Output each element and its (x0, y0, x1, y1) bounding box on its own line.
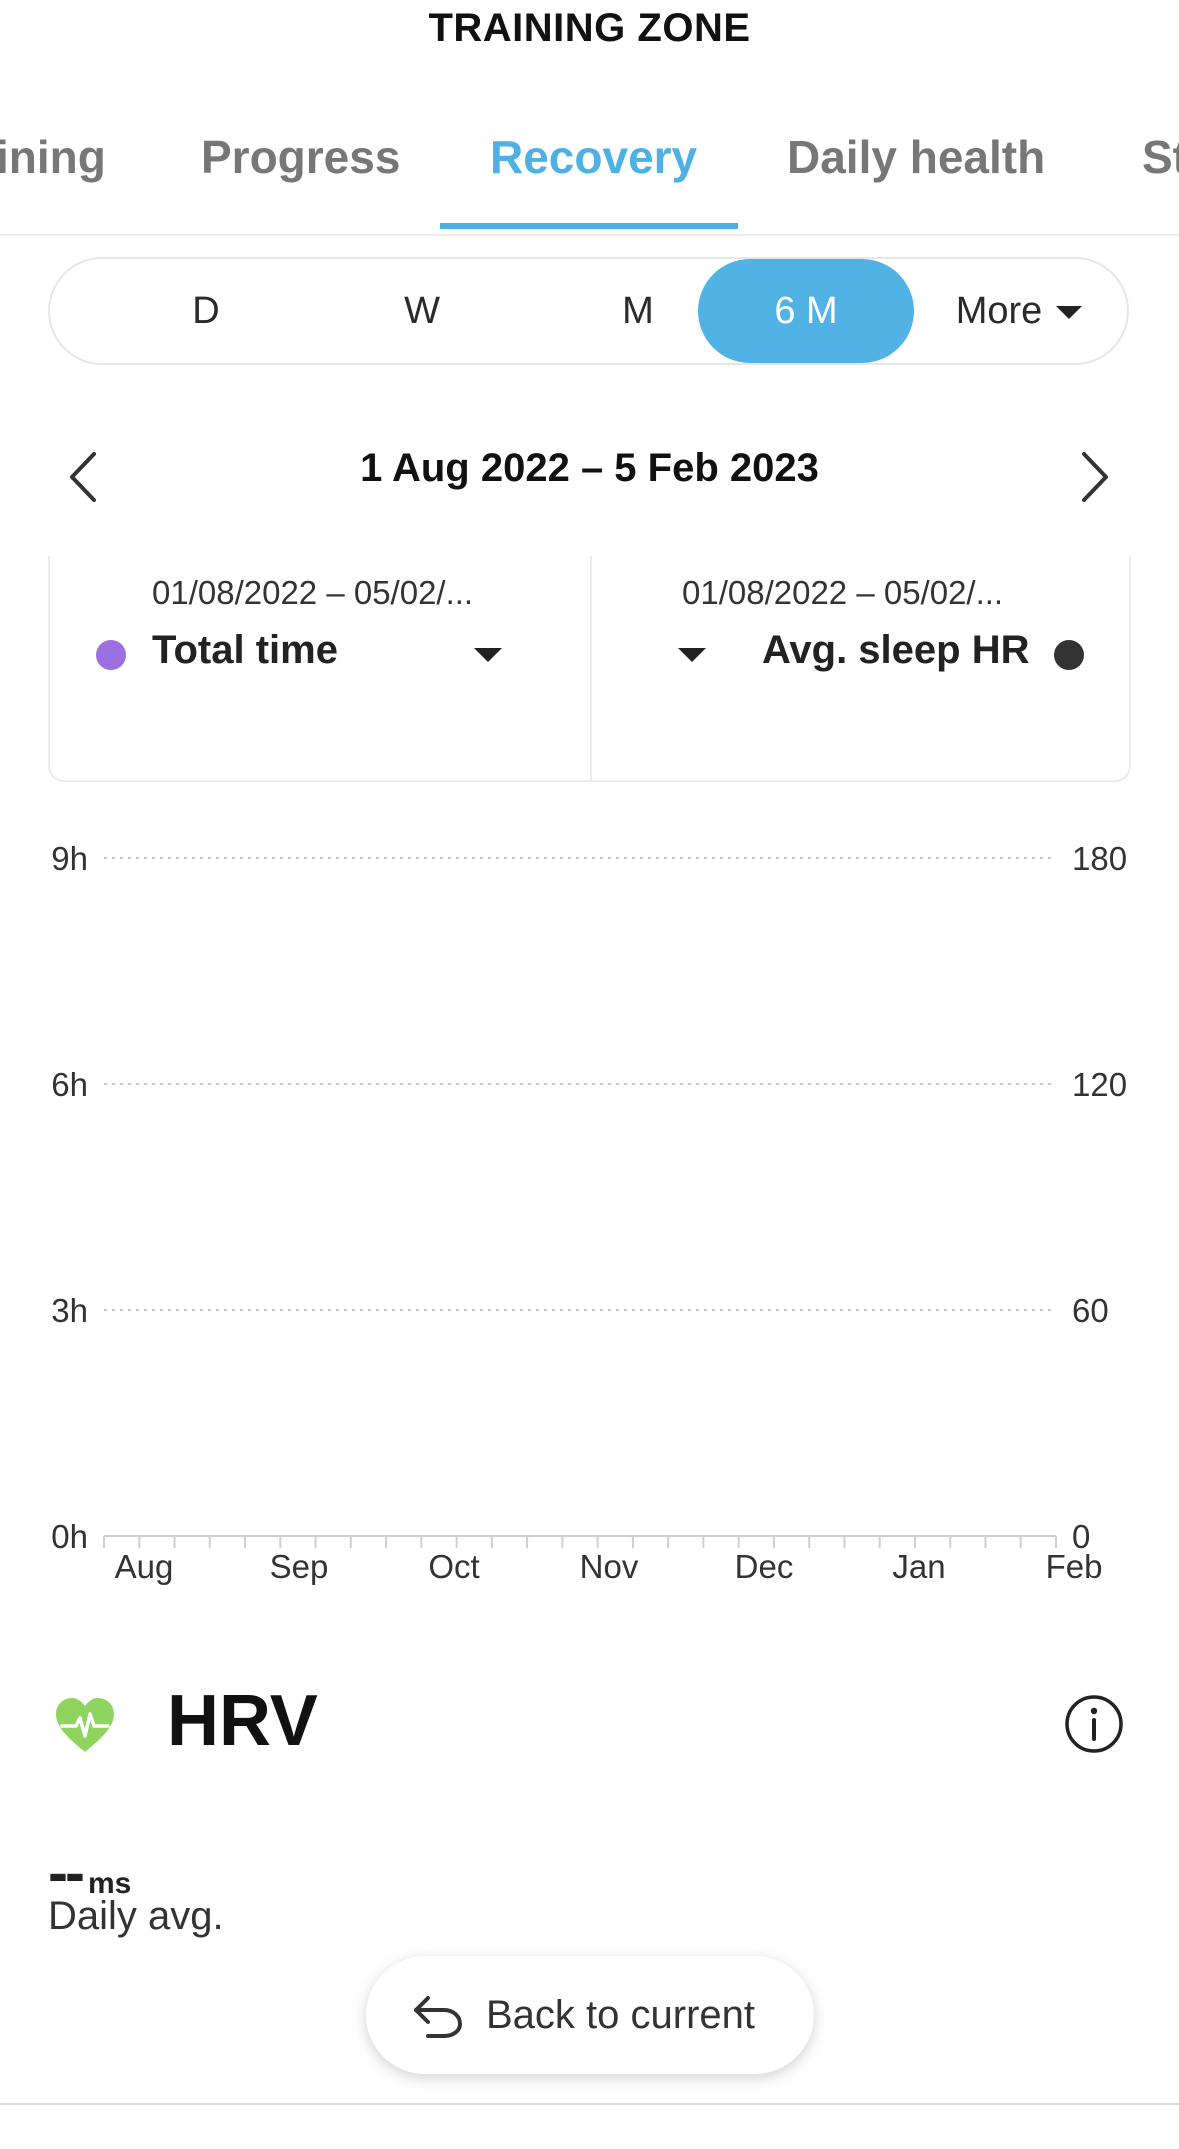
x-tick-label: Aug (115, 1548, 174, 1585)
more-label: More (955, 290, 1043, 332)
bottom-divider (0, 2103, 1179, 2105)
date-range-label: 1 Aug 2022 – 5 Feb 2023 (360, 446, 819, 490)
back-to-current-button[interactable]: Back to current (366, 1956, 814, 2074)
info-icon[interactable] (1064, 1694, 1124, 1754)
right-metric-name: Avg. sleep HR (762, 628, 1030, 672)
x-tick-label: Dec (735, 1548, 794, 1585)
chevron-down-icon[interactable] (474, 648, 502, 662)
period-6-month-button[interactable]: 6 M (698, 259, 914, 363)
tab-bar: ining Progress Recovery Daily health St (0, 130, 1179, 236)
chart-canvas: 0h 03h 606h 1209h 180Aug Sep Oct Nov Dec Jan Feb (51, 840, 1127, 1585)
period-week-button[interactable]: W (314, 259, 530, 363)
avg-sleep-hr-color-dot (1054, 640, 1084, 670)
heart-rate-icon (56, 1698, 114, 1752)
chevron-right-icon[interactable] (1078, 450, 1112, 504)
x-tick-label: Oct (428, 1548, 479, 1585)
active-tab-indicator (440, 223, 738, 229)
y-left-tick-label: 0h (51, 1518, 88, 1555)
sleep-chart: 0h 0 3h 60 6h 120 9h 180 Aug Sep Oct Nov Dec Jan Feb (0, 820, 1179, 1600)
left-metric-range: 01/08/2022 – 05/02/... (152, 574, 474, 611)
chevron-down-icon[interactable] (678, 648, 706, 662)
chevron-down-icon (1056, 306, 1083, 320)
tab-training[interactable]: ining (0, 130, 106, 230)
metric-divider (590, 556, 592, 780)
y-right-tick-label: 120 (1072, 1066, 1127, 1103)
left-metric-name: Total time (152, 628, 338, 672)
x-tick-label: Jan (892, 1548, 945, 1585)
more-dropdown[interactable]: More (914, 259, 1124, 363)
y-left-tick-label: 6h (51, 1066, 88, 1103)
hrv-title: HRV (167, 1681, 318, 1761)
right-metric-range: 01/08/2022 – 05/02/... (682, 574, 1004, 611)
y-right-tick-label: 180 (1072, 840, 1127, 877)
total-time-color-dot (96, 640, 126, 670)
x-tick-label: Sep (270, 1548, 329, 1585)
x-tick-label: Feb (1046, 1548, 1103, 1585)
date-navigation: 1 Aug 2022 – 5 Feb 2023 (0, 440, 1179, 510)
y-right-tick-label: 60 (1072, 1292, 1109, 1329)
tab-daily-health[interactable]: Daily health (787, 130, 1045, 230)
x-tick-label: Nov (580, 1548, 639, 1585)
app-title: TRAINING ZONE (428, 6, 751, 50)
y-left-tick-label: 9h (51, 840, 88, 877)
period-selector: D W M 6 M More (48, 257, 1129, 365)
tab-progress[interactable]: Progress (201, 130, 400, 230)
tab-st[interactable]: St (1142, 130, 1179, 230)
y-left-tick-label: 3h (51, 1292, 88, 1329)
period-day-button[interactable]: D (98, 259, 314, 363)
metric-selector-card: 01/08/2022 – 05/02/... Total time 01/08/… (48, 556, 1131, 782)
tab-recovery[interactable]: Recovery (490, 130, 697, 230)
back-arrow-icon (414, 1996, 463, 2038)
hrv-subtitle: Daily avg. (48, 1894, 224, 1938)
back-to-current-label: Back to current (486, 1993, 756, 2037)
